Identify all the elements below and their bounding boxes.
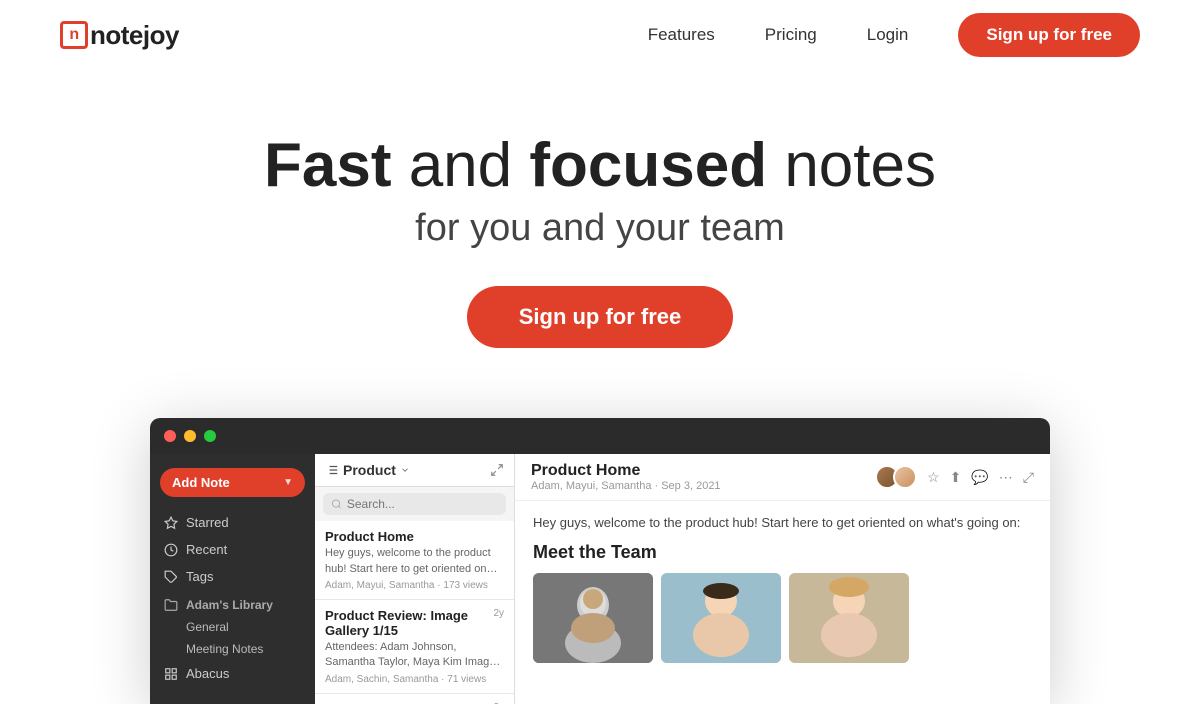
- photo-grid: [533, 573, 1032, 663]
- star-icon: [164, 516, 178, 530]
- search-input[interactable]: [347, 497, 498, 511]
- notes-list: Product Product Home Hey guys, welcome t…: [315, 454, 515, 704]
- logo-text: notejoy: [90, 20, 179, 51]
- avatar-2: [893, 465, 917, 489]
- sidebar-recent-label: Recent: [186, 542, 227, 557]
- star-toolbar-icon[interactable]: ☆: [927, 469, 940, 486]
- sidebar: Add Note ▼ Starred Recent Tags Adam's Li…: [150, 454, 315, 704]
- note-item-meta-0: Adam, Mayui, Samantha · 173 views: [325, 580, 504, 591]
- note-item-title-0: Product Home: [325, 529, 504, 544]
- note-item-1[interactable]: 2y Product Review: Image Gallery 1/15 At…: [315, 600, 514, 694]
- notes-list-title: Product: [325, 462, 410, 478]
- note-section-title: Meet the Team: [533, 542, 1032, 563]
- notes-list-product-title: Product: [343, 462, 396, 478]
- sidebar-item-starred[interactable]: Starred: [150, 509, 315, 536]
- hero-headline-and: and: [391, 131, 529, 200]
- team-photo-2: [661, 573, 781, 663]
- logo[interactable]: n notejoy: [60, 20, 179, 51]
- note-toolbar: Product Home Adam, Mayui, Samantha · Sep…: [515, 454, 1050, 501]
- nav-login[interactable]: Login: [867, 25, 909, 45]
- sidebar-abacus-label: Abacus: [186, 666, 229, 681]
- header: n notejoy Features Pricing Login Sign up…: [0, 0, 1200, 70]
- sidebar-item-abacus[interactable]: Abacus: [150, 660, 315, 687]
- sidebar-tags-label: Tags: [186, 569, 213, 584]
- chevron-icon: [400, 465, 410, 475]
- note-toolbar-right: ☆ ⬆ 💬 ⋯ ⤢: [875, 465, 1034, 489]
- note-item-age-1: 2y: [493, 608, 504, 619]
- expand-toolbar-icon[interactable]: ⤢: [1023, 469, 1034, 486]
- hero-headline: Fast and focused notes: [20, 130, 1180, 201]
- main-nav: Features Pricing Login Sign up for free: [648, 13, 1140, 57]
- note-intro: Hey guys, welcome to the product hub! St…: [533, 515, 1032, 530]
- recent-icon: [164, 543, 178, 557]
- team-photo-1: [533, 573, 653, 663]
- note-item-0[interactable]: Product Home Hey guys, welcome to the pr…: [315, 521, 514, 600]
- sidebar-item-recent[interactable]: Recent: [150, 536, 315, 563]
- note-item-2[interactable]: 2y Customer Interview Series Overview + …: [315, 694, 514, 704]
- signup-button-header[interactable]: Sign up for free: [958, 13, 1140, 57]
- hero-subheadline: for you and your team: [20, 207, 1180, 250]
- add-note-button[interactable]: Add Note ▼: [160, 468, 305, 497]
- notes-list-header: Product: [315, 454, 514, 487]
- maximize-dot: [204, 430, 216, 442]
- search-icon: [331, 498, 342, 510]
- note-item-preview-0: Hey guys, welcome to the product hub! St…: [325, 546, 504, 577]
- note-title: Product Home: [531, 462, 721, 480]
- team-photo-3: [789, 573, 909, 663]
- hero-section: Fast and focused notes for you and your …: [0, 70, 1200, 388]
- add-note-label: Add Note: [172, 475, 230, 490]
- folder-icon: [164, 598, 178, 612]
- tag-icon: [164, 570, 178, 584]
- note-meta: Adam, Mayui, Samantha · Sep 3, 2021: [531, 480, 721, 492]
- minimize-dot: [184, 430, 196, 442]
- close-dot: [164, 430, 176, 442]
- sidebar-library-header: Adam's Library: [150, 590, 315, 616]
- grid-icon: [164, 667, 178, 681]
- chevron-down-icon: ▼: [283, 477, 293, 488]
- library-label: Adam's Library: [186, 598, 273, 612]
- note-item-preview-1: Attendees: Adam Johnson, Samantha Taylor…: [325, 640, 504, 671]
- note-body: Hey guys, welcome to the product hub! St…: [515, 501, 1050, 677]
- app-preview: Add Note ▼ Starred Recent Tags Adam's Li…: [150, 418, 1050, 704]
- note-item-title-1: Product Review: Image Gallery 1/15: [325, 608, 504, 638]
- sidebar-sub-meeting-notes[interactable]: Meeting Notes: [150, 638, 315, 660]
- titlebar: [150, 418, 1050, 454]
- comment-toolbar-icon[interactable]: 💬: [971, 469, 988, 486]
- avatar-group: [875, 465, 917, 489]
- hero-headline-fast: Fast: [264, 131, 391, 200]
- share-toolbar-icon[interactable]: ⬆: [950, 469, 962, 486]
- hero-headline-focused: focused: [529, 131, 767, 200]
- sidebar-item-tags[interactable]: Tags: [150, 563, 315, 590]
- nav-pricing[interactable]: Pricing: [765, 25, 817, 45]
- hero-headline-notes: notes: [767, 131, 936, 200]
- nav-features[interactable]: Features: [648, 25, 715, 45]
- sidebar-starred-label: Starred: [186, 515, 229, 530]
- signup-button-hero[interactable]: Sign up for free: [467, 286, 734, 348]
- note-item-meta-1: Adam, Sachin, Samantha · 71 views: [325, 674, 504, 685]
- note-toolbar-left: Product Home Adam, Mayui, Samantha · Sep…: [531, 462, 721, 492]
- expand-icon[interactable]: [490, 463, 504, 477]
- note-content: Product Home Adam, Mayui, Samantha · Sep…: [515, 454, 1050, 704]
- search-bar: [323, 493, 506, 515]
- more-toolbar-icon[interactable]: ⋯: [999, 469, 1013, 486]
- sidebar-sub-general[interactable]: General: [150, 616, 315, 638]
- app-body: Add Note ▼ Starred Recent Tags Adam's Li…: [150, 454, 1050, 704]
- list-icon: [325, 463, 339, 477]
